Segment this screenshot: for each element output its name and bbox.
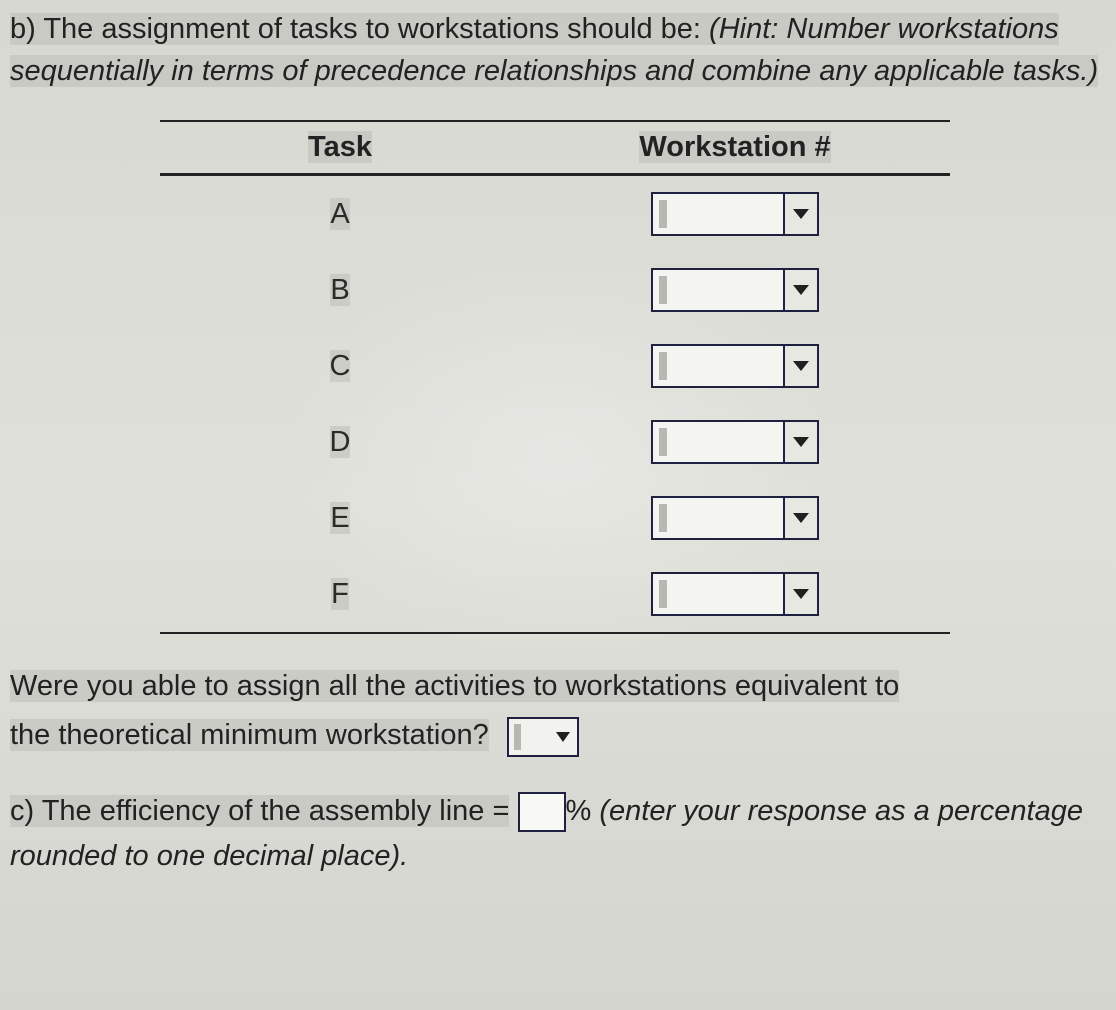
chevron-down-icon[interactable] [783, 422, 817, 462]
chevron-down-icon[interactable] [783, 574, 817, 614]
workstation-select-a[interactable] [651, 192, 819, 236]
select-value [673, 194, 783, 234]
task-workstation-table: Task Workstation # A B [160, 120, 950, 634]
theoretical-min-line2: the theoretical minimum workstation? [10, 719, 489, 751]
header-workstation: Workstation # [639, 131, 830, 163]
part-c-lead: c) The efficiency of the assembly line = [10, 795, 509, 827]
text-cursor [659, 504, 667, 532]
workstation-select-e[interactable] [651, 496, 819, 540]
workstation-select-d[interactable] [651, 420, 819, 464]
workstation-select-f[interactable] [651, 572, 819, 616]
select-value [673, 498, 783, 538]
theoretical-min-question: Were you able to assign all the activiti… [10, 662, 1100, 761]
table-row: A [160, 176, 950, 252]
table-row: B [160, 252, 950, 328]
table-row: F [160, 556, 950, 632]
select-value [673, 270, 783, 310]
table-row: E [160, 480, 950, 556]
part-b-lead: b) The assignment of tasks to workstatio… [10, 13, 709, 45]
task-label: F [331, 578, 349, 610]
select-value [673, 346, 783, 386]
task-label: D [330, 426, 351, 458]
chevron-down-icon[interactable] [783, 194, 817, 234]
efficiency-input[interactable] [518, 792, 566, 832]
table-footer-rule [160, 632, 950, 634]
percent-unit: % [566, 795, 600, 827]
task-label: C [330, 350, 351, 382]
text-cursor [659, 580, 667, 608]
workstation-select-b[interactable] [651, 268, 819, 312]
select-value [673, 574, 783, 614]
theoretical-min-line1: Were you able to assign all the activiti… [10, 670, 899, 702]
text-cursor [659, 428, 667, 456]
table-header-row: Task Workstation # [160, 120, 950, 176]
part-b-prompt: b) The assignment of tasks to workstatio… [10, 8, 1100, 92]
header-task: Task [308, 131, 372, 163]
task-label: A [330, 198, 349, 230]
chevron-down-icon[interactable] [783, 498, 817, 538]
chevron-down-icon[interactable] [549, 719, 577, 755]
task-label: E [330, 502, 349, 534]
select-value [526, 719, 549, 755]
table-row: C [160, 328, 950, 404]
select-value [673, 422, 783, 462]
theoretical-min-select[interactable] [507, 717, 579, 757]
chevron-down-icon[interactable] [783, 270, 817, 310]
text-cursor [659, 200, 667, 228]
text-cursor [659, 276, 667, 304]
part-c-prompt: c) The efficiency of the assembly line =… [10, 789, 1100, 879]
task-label: B [330, 274, 349, 306]
text-cursor [514, 724, 521, 750]
text-cursor [659, 352, 667, 380]
table-row: D [160, 404, 950, 480]
workstation-select-c[interactable] [651, 344, 819, 388]
chevron-down-icon[interactable] [783, 346, 817, 386]
